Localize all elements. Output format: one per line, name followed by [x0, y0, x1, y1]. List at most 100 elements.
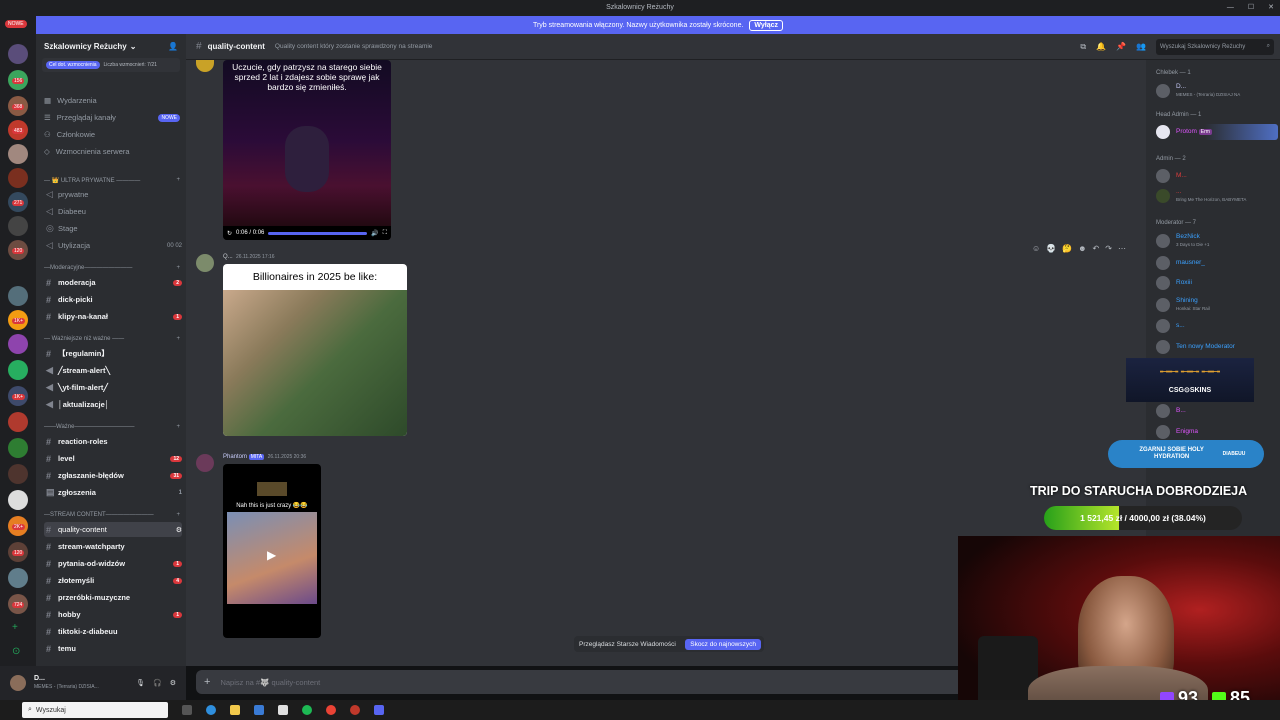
nav-server-boosts[interactable]: ◇ Wzmocnienia serwera: [44, 147, 180, 156]
channel-utylizacja[interactable]: ◁ Utylizacja 00 02: [44, 238, 182, 253]
boost-progress[interactable]: Cel dot. wzmocnienia Liczba wzmocnień: 7…: [42, 58, 180, 72]
category-wazne[interactable]: ——Ważne—————————— +: [44, 424, 180, 430]
channel-klipy[interactable]: # klipy-na-kanał 1: [44, 309, 182, 324]
member-item[interactable]: ... Bring Me The Horizon, BABYMETA: [1156, 188, 1278, 204]
channel-stream-watchparty[interactable]: # stream-watchparty: [44, 539, 182, 554]
member-item[interactable]: D... MEMES - (Terraria) DZISIAJ NA: [1156, 83, 1278, 99]
server-icon[interactable]: [8, 438, 28, 458]
video-attachment[interactable]: Nah this is just crazy 😂😂 ▶: [223, 464, 321, 638]
message-author[interactable]: Q...: [223, 254, 233, 260]
spotify-icon[interactable]: [302, 705, 312, 715]
server-icon[interactable]: [8, 490, 28, 510]
reaction-icon[interactable]: 💀: [1046, 244, 1056, 253]
channel-regulamin[interactable]: # 【regulamin】: [44, 346, 182, 361]
obs-icon[interactable]: [350, 705, 360, 715]
reaction-icon[interactable]: 🤔: [1062, 244, 1072, 253]
channel-reaction-roles[interactable]: # reaction-roles: [44, 434, 182, 449]
channel-przerobki[interactable]: # przeróbki-muzyczne: [44, 590, 182, 605]
forward-icon[interactable]: ↷: [1105, 244, 1112, 253]
fullscreen-icon[interactable]: ⛶: [383, 230, 387, 237]
channel-aktualizacje[interactable]: ◀ │aktualizacje│: [44, 397, 182, 412]
server-icon[interactable]: [8, 44, 28, 64]
member-item[interactable]: Protom Erm: [1156, 124, 1278, 140]
member-item[interactable]: B...: [1156, 403, 1278, 419]
category-mod[interactable]: —Moderacyjne———————— +: [44, 265, 180, 271]
channel-zglaszanie-bledow[interactable]: # zgłaszanie-błędów 31: [44, 468, 182, 483]
chrome-icon[interactable]: [326, 705, 336, 715]
avatar[interactable]: [196, 254, 214, 272]
channel-tiktoki[interactable]: # tiktoki-z-diabeuu: [44, 624, 182, 639]
category-important[interactable]: — Ważniejsze niż ważne —— +: [44, 336, 180, 342]
server-icon[interactable]: [8, 216, 28, 236]
maximize-icon[interactable]: ☐: [1248, 0, 1254, 16]
member-item[interactable]: Ten nowy Moderator: [1156, 339, 1278, 355]
add-server-icon[interactable]: +: [12, 622, 18, 633]
add-reaction-icon[interactable]: ☻: [1078, 244, 1086, 253]
microphone-icon[interactable]: 🎙: [136, 679, 145, 687]
member-item[interactable]: Roxiii: [1156, 275, 1278, 291]
channel-diabeeu[interactable]: ◁ Diabeeu: [44, 204, 182, 219]
avatar[interactable]: [196, 60, 214, 72]
play-icon[interactable]: ▶: [267, 548, 276, 562]
bell-icon[interactable]: 🔔: [1096, 42, 1106, 51]
server-icon[interactable]: [8, 334, 28, 354]
add-attachment-icon[interactable]: +: [204, 676, 210, 688]
disable-streamer-mode-button[interactable]: Wyłącz: [749, 19, 784, 31]
explorer-icon[interactable]: [230, 705, 240, 715]
explore-icon[interactable]: ⊙: [12, 646, 20, 657]
add-channel-icon[interactable]: +: [176, 177, 180, 183]
category-stream[interactable]: —STREAM CONTENT———————— +: [44, 512, 180, 518]
discord-icon[interactable]: [374, 705, 384, 715]
channel-zlotemysli[interactable]: # złotemyśli 4: [44, 573, 182, 588]
nav-browse-channels[interactable]: ☰ Przeglądaj kanały NOWE: [44, 113, 180, 122]
reply-icon[interactable]: ↶: [1093, 244, 1100, 253]
outlook-icon[interactable]: [254, 705, 264, 715]
settings-icon[interactable]: ⚙: [176, 526, 182, 534]
channel-level[interactable]: # level 12: [44, 451, 182, 466]
nav-members[interactable]: ⚇ Członkowie: [44, 130, 180, 139]
channel-quality-content[interactable]: # quality-content ⚙: [44, 522, 182, 537]
more-icon[interactable]: ⋯: [1118, 244, 1126, 253]
add-channel-icon[interactable]: +: [176, 512, 180, 518]
add-channel-icon[interactable]: +: [176, 336, 180, 342]
nav-events[interactable]: ▦ Wydarzenia: [44, 96, 180, 105]
reaction-icon[interactable]: ☺: [1032, 244, 1040, 253]
member-item[interactable]: s...: [1156, 318, 1278, 334]
add-channel-icon[interactable]: +: [176, 424, 180, 430]
member-item[interactable]: BezNick 3 Days to Die +1: [1156, 233, 1278, 249]
server-icon[interactable]: [8, 144, 28, 164]
pin-icon[interactable]: 📌: [1116, 42, 1126, 51]
minimize-icon[interactable]: —: [1227, 0, 1234, 16]
headphones-icon[interactable]: 🎧: [153, 679, 162, 687]
task-view-icon[interactable]: [182, 705, 192, 715]
server-icon[interactable]: [8, 286, 28, 306]
member-item[interactable]: Enigma: [1156, 424, 1278, 440]
message-author[interactable]: Phantom: [223, 454, 247, 460]
channel-dick-picki[interactable]: # dick-picki: [44, 292, 182, 307]
avatar[interactable]: [196, 454, 214, 472]
taskbar-search[interactable]: ⌕ Wyszukaj: [22, 702, 168, 718]
server-header[interactable]: Szkalownicy Reżuchy ⌄ 👤: [36, 34, 186, 58]
video-attachment[interactable]: Uczucie, gdy patrzysz na starego siebie …: [223, 60, 391, 240]
video-progress[interactable]: [268, 231, 368, 235]
close-icon[interactable]: ✕: [1268, 0, 1274, 16]
image-attachment[interactable]: Billionaires in 2025 be like:: [223, 264, 407, 436]
channel-prywatne[interactable]: ◁ prywatne: [44, 187, 182, 202]
category-ultra[interactable]: — 👑 ULTRA PRYWATNE ———— +: [44, 177, 180, 184]
member-item[interactable]: Shining Honkai: Star Rail: [1156, 297, 1278, 313]
settings-icon[interactable]: ⚙: [170, 679, 176, 687]
channel-temu[interactable]: # temu: [44, 641, 182, 656]
jump-to-present-button[interactable]: Skocz do najnowszych: [685, 638, 761, 650]
server-icon[interactable]: [8, 568, 28, 588]
avatar[interactable]: [10, 675, 26, 691]
member-list-icon[interactable]: 👥: [1136, 42, 1146, 51]
volume-icon[interactable]: 🔊: [371, 230, 378, 237]
threads-icon[interactable]: ⧉: [1080, 42, 1086, 52]
channel-hobby[interactable]: # hobby 1: [44, 607, 182, 622]
add-member-icon[interactable]: 👤: [168, 42, 178, 51]
channel-yt-film-alert[interactable]: ◀ ╲yt-film-alert╱: [44, 380, 182, 395]
channel-stream-alert[interactable]: ◀ ╱stream-alert╲: [44, 363, 182, 378]
store-icon[interactable]: [278, 705, 288, 715]
channel-stage[interactable]: ◎ Stage: [44, 221, 182, 236]
server-icon[interactable]: [8, 168, 28, 188]
